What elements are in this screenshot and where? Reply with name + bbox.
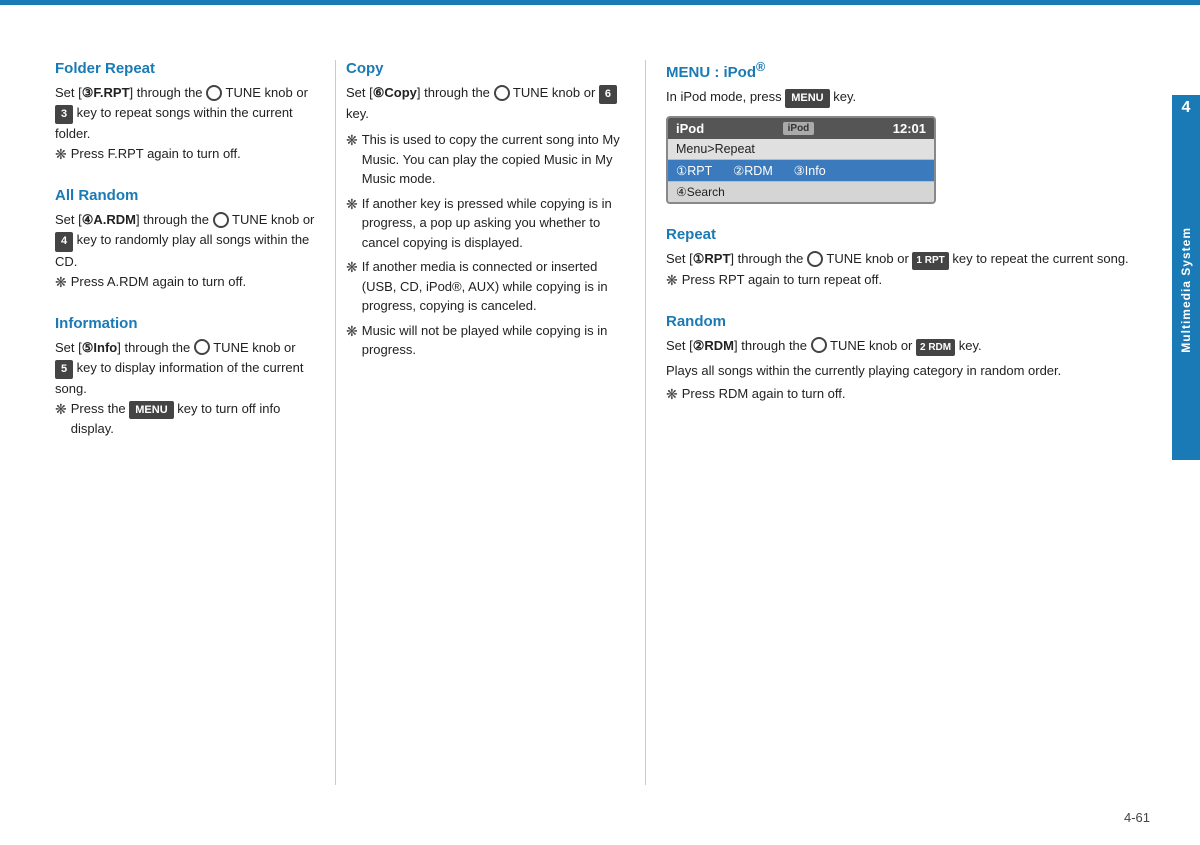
bullet-6-icon: ❋ <box>346 257 358 316</box>
top-rule <box>0 4 1200 5</box>
menu-ipod-body: In iPod mode, press MENU key. <box>666 87 1155 108</box>
right-column: MENU : iPod® In iPod mode, press MENU ke… <box>645 60 1155 785</box>
bullet-8-icon: ❋ <box>666 270 678 291</box>
all-random-note: ❋ Press A.RDM again to turn off. <box>55 272 315 293</box>
information-title: Information <box>55 315 315 332</box>
key-rdm-badge: 2 RDM <box>916 339 955 357</box>
ipod-menu-repeat-row: Menu>Repeat <box>668 139 934 160</box>
section-folder-repeat: Folder Repeat Set [③F.RPT] through the T… <box>55 60 315 165</box>
middle-column: Copy Set [⑥Copy] through the TUNE knob o… <box>335 60 645 785</box>
folder-repeat-body: Set [③F.RPT] through the TUNE knob or 3 … <box>55 83 315 144</box>
left-column: Folder Repeat Set [③F.RPT] through the T… <box>55 60 335 785</box>
bullet-3-icon: ❋ <box>55 399 67 439</box>
copy-note-2: ❋ If another key is pressed while copyin… <box>346 194 625 253</box>
page-number: 4-61 <box>1124 810 1150 825</box>
repeat-title: Repeat <box>666 226 1155 243</box>
repeat-body: Set [①RPT] through the TUNE knob or 1 RP… <box>666 249 1155 270</box>
bullet-9-icon: ❋ <box>666 384 678 405</box>
repeat-note: ❋ Press RPT again to turn repeat off. <box>666 270 1155 291</box>
copy-title: Copy <box>346 60 625 77</box>
random-body: Set [②RDM] through the TUNE knob or 2 RD… <box>666 336 1155 357</box>
columns-layout: Folder Repeat Set [③F.RPT] through the T… <box>55 60 1155 785</box>
copy-note-4: ❋ Music will not be played while copying… <box>346 321 625 360</box>
bullet-5-icon: ❋ <box>346 194 358 253</box>
information-body: Set [⑤Info] through the TUNE knob or 5 k… <box>55 338 315 399</box>
side-chapter-number: 4 <box>1172 95 1200 120</box>
tune-knob-icon <box>206 85 222 101</box>
side-chapter-tab: Multimedia System <box>1172 120 1200 460</box>
folder-repeat-note: ❋ Press F.RPT again to turn off. <box>55 144 315 165</box>
section-copy: Copy Set [⑥Copy] through the TUNE knob o… <box>346 60 625 360</box>
section-information: Information Set [⑤Info] through the TUNE… <box>55 315 315 439</box>
bullet-icon: ❋ <box>55 144 67 165</box>
information-note: ❋ Press the MENU key to turn off info di… <box>55 399 315 439</box>
ipod-rdm-label: ②RDM <box>733 164 773 178</box>
ipod-header-label: iPod <box>676 121 704 136</box>
section-all-random: All Random Set [④A.RDM] through the TUNE… <box>55 187 315 292</box>
random-note: ❋ Press RDM again to turn off. <box>666 384 1155 405</box>
tune-knob-2-icon <box>213 212 229 228</box>
menu-badge-info: MENU <box>129 401 173 420</box>
bullet-4-icon: ❋ <box>346 130 358 189</box>
bullet-2-icon: ❋ <box>55 272 67 293</box>
ipod-header: iPod iPod 12:01 <box>668 118 934 139</box>
ipod-brand-badge: iPod <box>783 122 815 135</box>
key-6-badge: 6 <box>599 85 617 104</box>
ipod-info-label: ③Info <box>794 164 826 178</box>
section-menu-ipod: MENU : iPod® In iPod mode, press MENU ke… <box>666 60 1155 204</box>
ipod-search-row: ④Search <box>668 182 934 202</box>
key-4-badge: 4 <box>55 232 73 251</box>
copy-body: Set [⑥Copy] through the TUNE knob or 6 k… <box>346 83 625 124</box>
bullet-7-icon: ❋ <box>346 321 358 360</box>
tune-knob-4-icon <box>494 85 510 101</box>
menu-badge-ipod: MENU <box>785 89 829 108</box>
ipod-time: 12:01 <box>893 121 926 136</box>
ipod-rpt-label: ①RPT <box>676 164 712 178</box>
copy-note-1: ❋ This is used to copy the current song … <box>346 130 625 189</box>
tune-knob-5-icon <box>807 251 823 267</box>
copy-note-3: ❋ If another media is connected or inser… <box>346 257 625 316</box>
menu-ipod-title: MENU : iPod® <box>666 60 1155 81</box>
ipod-rpt-row: ①RPT ②RDM ③Info <box>668 160 934 182</box>
ipod-screen: iPod iPod 12:01 Menu>Repeat ①RPT ②RDM ③I… <box>666 116 936 204</box>
tune-knob-6-icon <box>811 337 827 353</box>
all-random-body: Set [④A.RDM] through the TUNE knob or 4 … <box>55 210 315 271</box>
random-title: Random <box>666 313 1155 330</box>
section-random: Random Set [②RDM] through the TUNE knob … <box>666 313 1155 406</box>
key-5-badge: 5 <box>55 360 73 379</box>
key-rpt-badge: 1 RPT <box>912 252 948 270</box>
section-repeat: Repeat Set [①RPT] through the TUNE knob … <box>666 226 1155 291</box>
main-content: Folder Repeat Set [③F.RPT] through the T… <box>55 60 1155 785</box>
all-random-title: All Random <box>55 187 315 204</box>
folder-repeat-title: Folder Repeat <box>55 60 315 77</box>
key-3-badge: 3 <box>55 105 73 124</box>
random-body-2: Plays all songs within the currently pla… <box>666 361 1155 381</box>
tune-knob-3-icon <box>194 339 210 355</box>
